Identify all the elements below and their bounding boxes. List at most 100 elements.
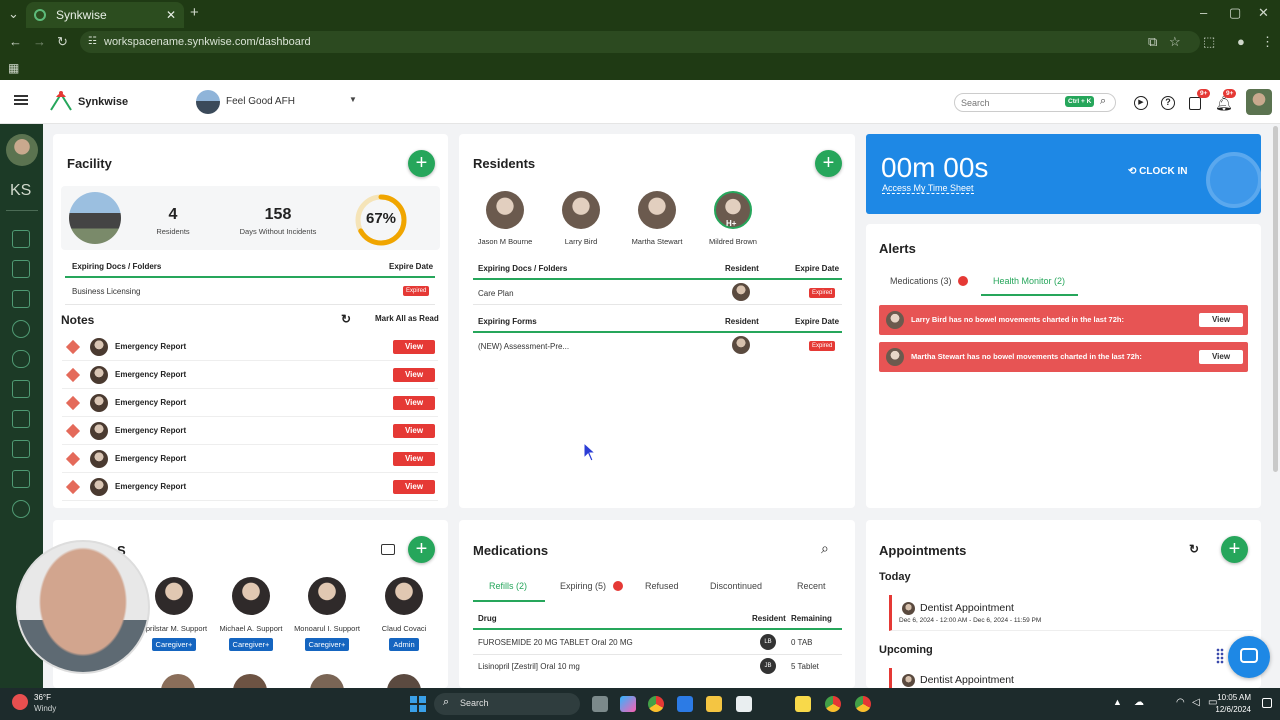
residents-title: Residents <box>473 156 536 171</box>
clock-in-button[interactable]: ⟲ CLOCK IN <box>1128 166 1188 177</box>
resident-card[interactable]: Mildred Brown H+ <box>693 191 773 246</box>
user-avatar[interactable] <box>1246 89 1272 115</box>
close-tab-icon[interactable]: ✕ <box>166 2 176 28</box>
notification-center-icon[interactable] <box>1262 698 1272 708</box>
weather-icon[interactable] <box>12 694 28 710</box>
alert-view-button[interactable]: View <box>1199 313 1243 327</box>
search-input[interactable] <box>961 96 1061 109</box>
tasks-icon[interactable] <box>1189 97 1201 110</box>
tab-discontinued[interactable]: Discontinued <box>710 581 762 591</box>
tray-chevron-icon[interactable]: ▲ <box>1113 697 1122 707</box>
clock-time[interactable]: 10:05 AM <box>1215 693 1251 702</box>
minimize-icon[interactable]: – <box>1200 6 1207 20</box>
browser-menu-icon[interactable]: ⋮ <box>1261 35 1274 49</box>
alert-view-button[interactable]: View <box>1199 350 1243 364</box>
clock-date[interactable]: 12/6/2024 <box>1208 705 1251 714</box>
global-search[interactable]: Ctrl + K ⌕ <box>954 93 1116 112</box>
help-icon[interactable]: ? <box>1161 96 1175 110</box>
alerts-tab-health-monitor[interactable]: Health Monitor (2) <box>993 276 1065 286</box>
page-scrollbar[interactable] <box>1273 126 1278 472</box>
resident-card[interactable]: Larry Bird <box>541 191 621 246</box>
refresh-appointments-icon[interactable]: ↻ <box>1189 542 1199 556</box>
task-view-icon[interactable] <box>592 696 608 712</box>
store-icon[interactable] <box>736 696 752 712</box>
tab-refills[interactable]: Refills (2) <box>489 581 527 591</box>
sticky-notes-icon[interactable] <box>795 696 811 712</box>
note-view-button[interactable]: View <box>393 480 435 494</box>
search-medications-icon[interactable]: ⌕ <box>821 540 829 557</box>
note-view-button[interactable]: View <box>393 396 435 410</box>
site-info-icon[interactable]: ☷ <box>88 31 97 53</box>
chat-support-button[interactable] <box>1228 636 1270 678</box>
back-icon[interactable]: ← <box>9 35 22 49</box>
tab-menu-icon[interactable]: ⌄ <box>8 7 19 21</box>
add-appointment-button[interactable]: + <box>1221 536 1248 563</box>
note-view-button[interactable]: View <box>393 368 435 382</box>
alerts-tab-medications[interactable]: Medications (3) <box>890 276 969 286</box>
resident-doc-status: Expired <box>809 288 836 298</box>
dashboard-icon[interactable] <box>12 230 30 248</box>
add-resident-button[interactable]: + <box>815 150 842 177</box>
profile-icon[interactable]: ● <box>1237 35 1245 49</box>
sidebar-user-avatar[interactable] <box>6 134 38 166</box>
appointment-item[interactable]: Dentist Appointment <box>889 668 1253 688</box>
chrome-profile-icon[interactable] <box>825 696 841 712</box>
medication-icon[interactable] <box>12 350 30 368</box>
maximize-icon[interactable]: ▢ <box>1229 6 1241 20</box>
mark-all-read-button[interactable]: Mark All as Read <box>375 314 439 323</box>
url-field[interactable]: ☷ workspacename.synkwise.com/dashboard <box>80 31 1200 53</box>
tab-refused[interactable]: Refused <box>645 581 679 591</box>
new-tab-icon[interactable]: + <box>190 5 199 20</box>
forward-icon[interactable]: → <box>33 35 46 49</box>
onedrive-icon[interactable]: ☁ <box>1134 697 1144 708</box>
facility-switcher[interactable]: Feel Good AFH ▼ <box>196 90 360 114</box>
snipping-tool-icon[interactable] <box>677 696 693 712</box>
note-view-button[interactable]: View <box>393 340 435 354</box>
refresh-notes-icon[interactable]: ↻ <box>341 312 351 326</box>
resident-card[interactable]: Jason M Bourne <box>465 191 545 246</box>
resident-card[interactable]: Martha Stewart <box>617 191 697 246</box>
apps-grid-icon[interactable]: ▦ <box>8 61 19 75</box>
drag-handle-icon[interactable] <box>1216 648 1224 664</box>
appointment-item[interactable]: Dentist Appointment Dec 6, 2024 - 12:00 … <box>889 595 1253 631</box>
chrome-active-icon[interactable] <box>855 696 871 712</box>
extensions-icon[interactable]: ⬚ <box>1203 35 1215 49</box>
facility-icon[interactable] <box>12 260 30 278</box>
documents-icon[interactable] <box>12 380 30 398</box>
time-sheet-link[interactable]: Access My Time Sheet <box>882 183 974 194</box>
copilot-icon[interactable] <box>620 696 636 712</box>
browser-tab[interactable]: Synkwise ✕ <box>26 2 184 28</box>
windows-start-icon[interactable] <box>410 696 426 712</box>
chrome-icon[interactable] <box>648 696 664 712</box>
bookmark-star-icon[interactable]: ☆ <box>1169 35 1181 49</box>
tab-recent[interactable]: Recent <box>797 581 826 591</box>
staff-member[interactable]: Michael A. Support Caregiver+ <box>214 577 288 652</box>
hamburger-menu-icon[interactable] <box>14 95 28 105</box>
install-icon[interactable]: ⧉ <box>1148 35 1157 49</box>
search-icon[interactable]: ⌕ <box>1100 95 1106 108</box>
close-window-icon[interactable]: ✕ <box>1258 6 1269 20</box>
wifi-icon[interactable]: ◠ <box>1176 697 1185 708</box>
forms-icon[interactable] <box>12 410 30 428</box>
chat-icon[interactable] <box>381 544 395 555</box>
taskbar-search[interactable]: ⌕ Search <box>434 693 580 715</box>
residents-expire-header: Expire Date <box>795 264 840 273</box>
volume-icon[interactable]: ◁ <box>1192 697 1200 708</box>
staff-member[interactable]: Claud Covaci Admin <box>367 577 441 652</box>
heart-icon[interactable] <box>12 320 30 338</box>
inbox-icon[interactable] <box>12 290 30 308</box>
staff-member[interactable]: Monoarul I. Support Caregiver+ <box>290 577 364 652</box>
tab-expiring[interactable]: Expiring (5) <box>560 581 623 591</box>
reports-icon[interactable] <box>12 470 30 488</box>
file-explorer-icon[interactable] <box>706 696 722 712</box>
note-view-button[interactable]: View <box>393 452 435 466</box>
drug-column-header: Drug <box>478 614 497 623</box>
play-icon[interactable]: ▶ <box>1134 96 1148 110</box>
note-view-button[interactable]: View <box>393 424 435 438</box>
add-facility-button[interactable]: + <box>408 150 435 177</box>
add-staff-button[interactable]: + <box>408 536 435 563</box>
reload-icon[interactable]: ↻ <box>57 35 68 49</box>
edit-icon[interactable] <box>12 440 30 458</box>
residents-resident-header: Resident <box>725 264 759 273</box>
lightbulb-icon[interactable] <box>12 500 30 518</box>
